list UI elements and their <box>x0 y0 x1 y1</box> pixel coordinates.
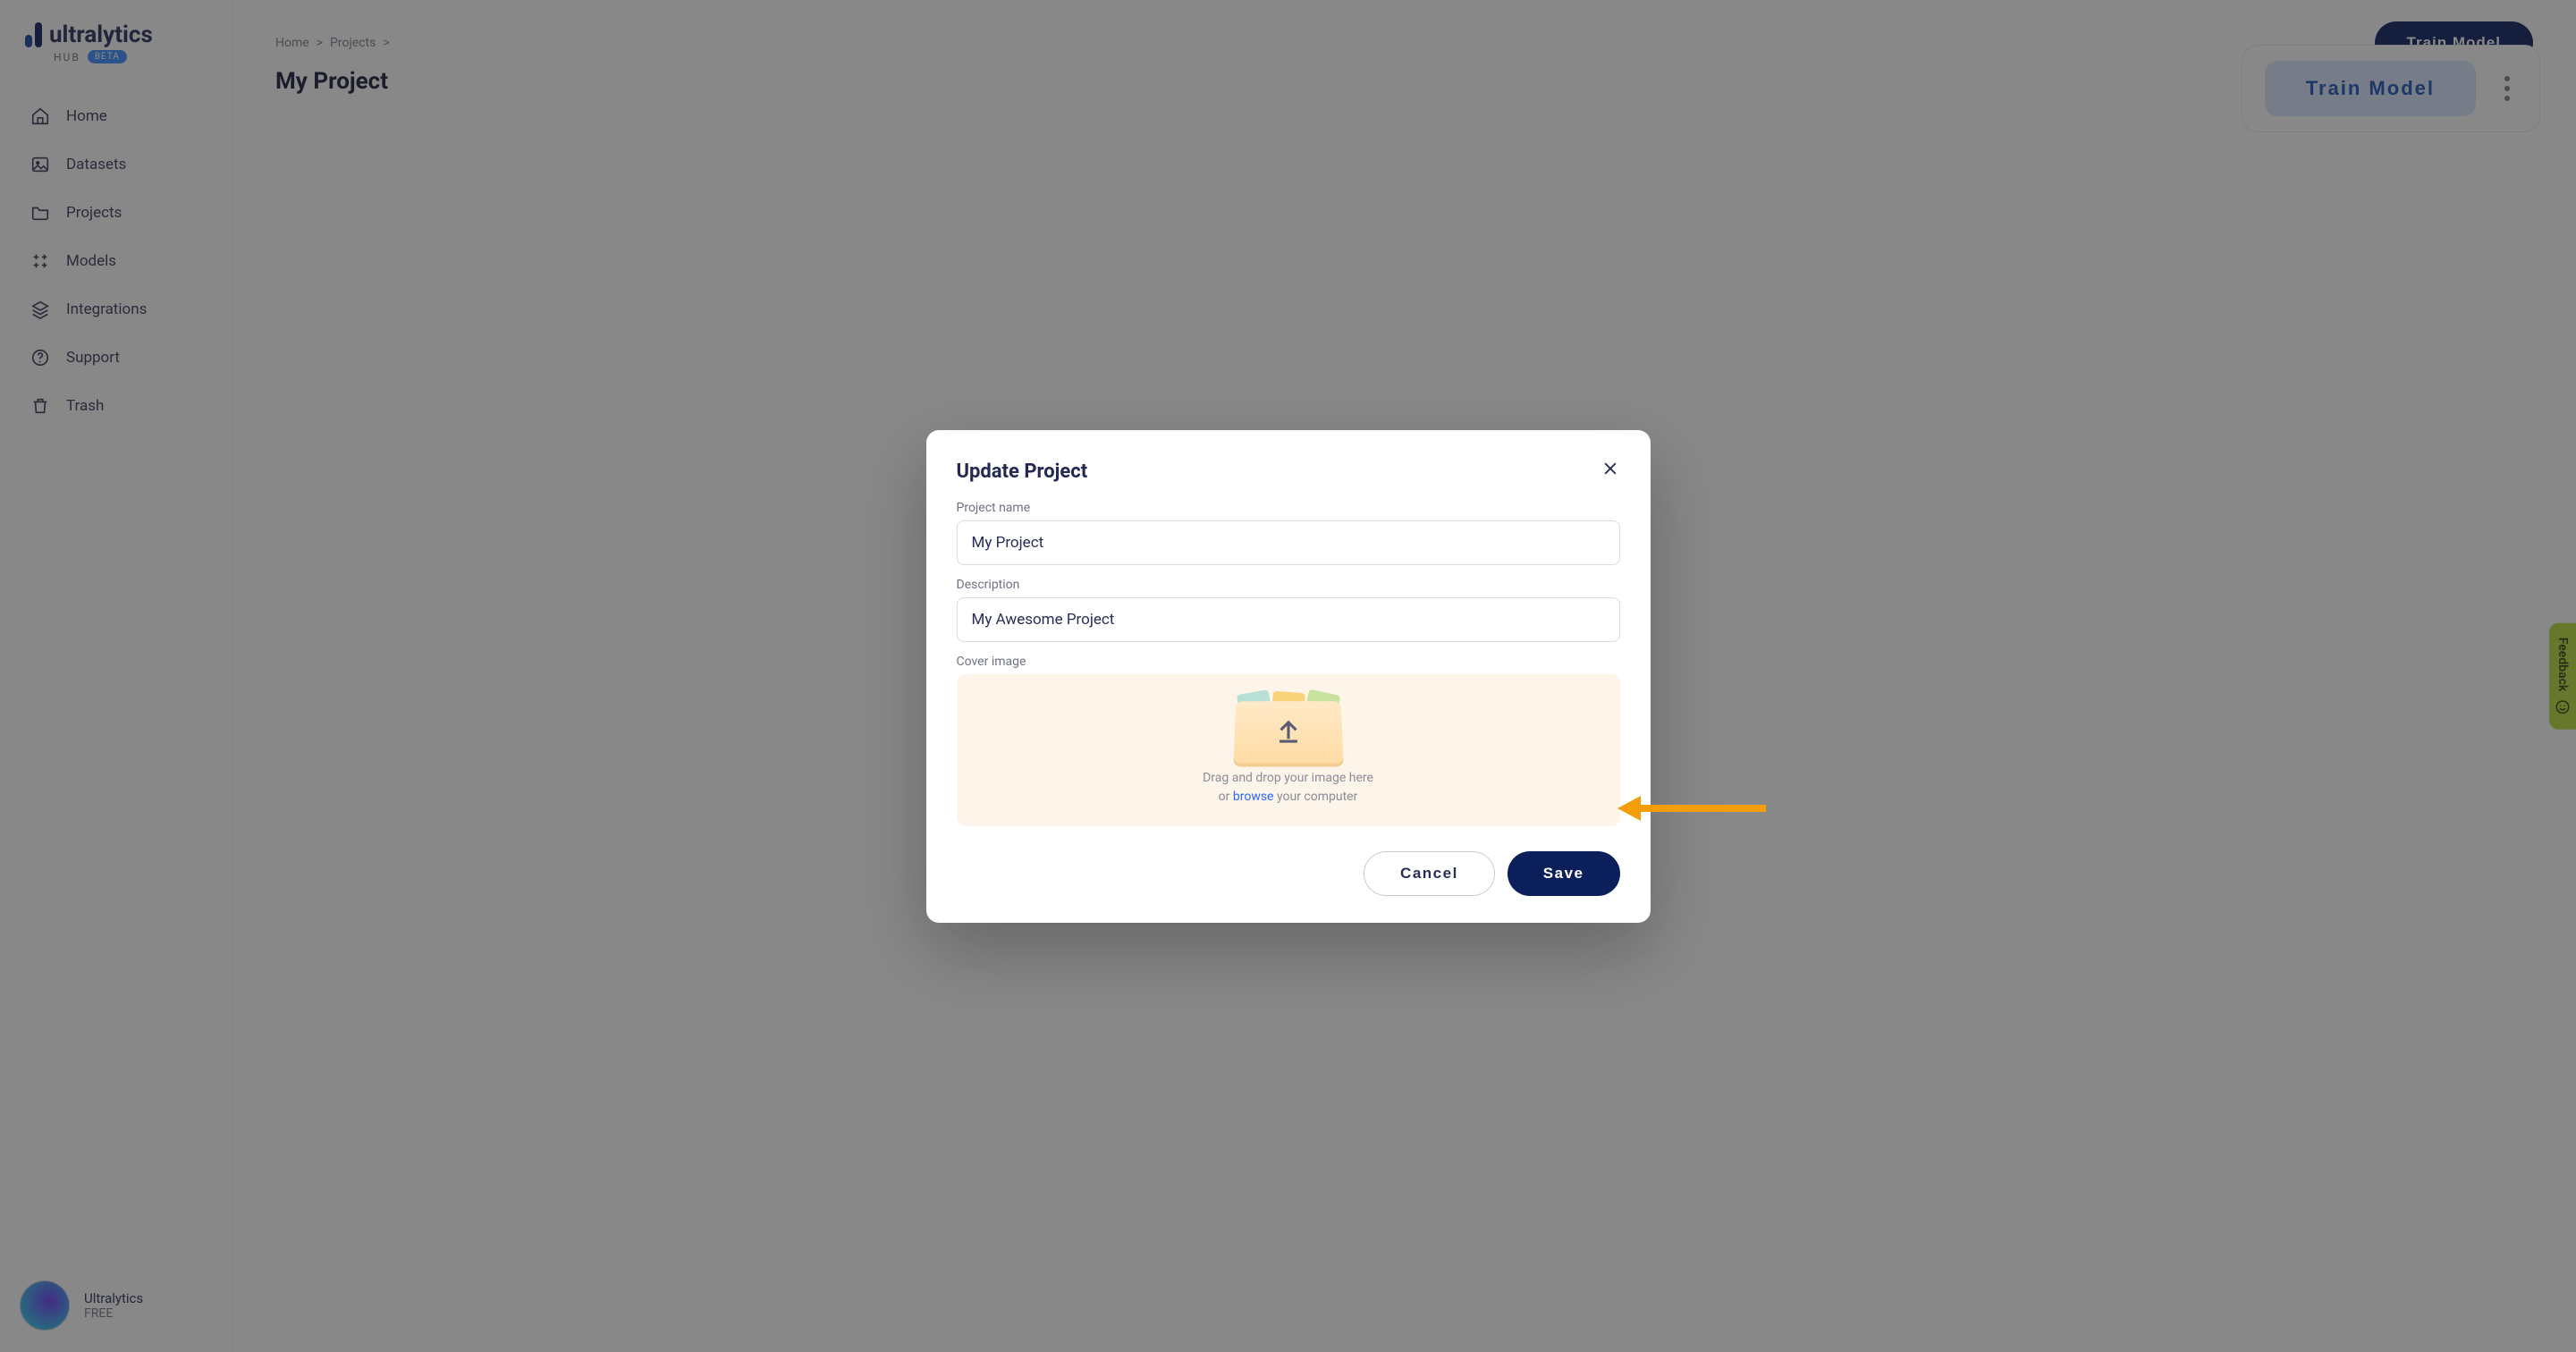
save-button[interactable]: Save <box>1508 851 1620 896</box>
cancel-button[interactable]: Cancel <box>1364 851 1495 896</box>
cover-image-label: Cover image <box>957 655 1620 669</box>
dropzone-text: Drag and drop your image here or browse … <box>966 769 1611 807</box>
project-name-input[interactable] <box>957 520 1620 565</box>
dropzone-art <box>1235 699 1342 764</box>
upload-icon <box>1273 714 1304 745</box>
description-label: Description <box>957 578 1620 592</box>
modal-actions: Cancel Save <box>957 851 1620 896</box>
description-input[interactable] <box>957 597 1620 642</box>
browse-link[interactable]: browse <box>1233 790 1274 804</box>
cover-image-dropzone[interactable]: Drag and drop your image here or browse … <box>957 674 1620 826</box>
modal-scrim[interactable]: Update Project Project name Description … <box>0 0 2576 1352</box>
close-button[interactable] <box>1597 455 1624 482</box>
close-icon <box>1601 460 1619 477</box>
modal-title: Update Project <box>957 461 1620 483</box>
update-project-modal: Update Project Project name Description … <box>926 430 1651 923</box>
project-name-label: Project name <box>957 501 1620 515</box>
